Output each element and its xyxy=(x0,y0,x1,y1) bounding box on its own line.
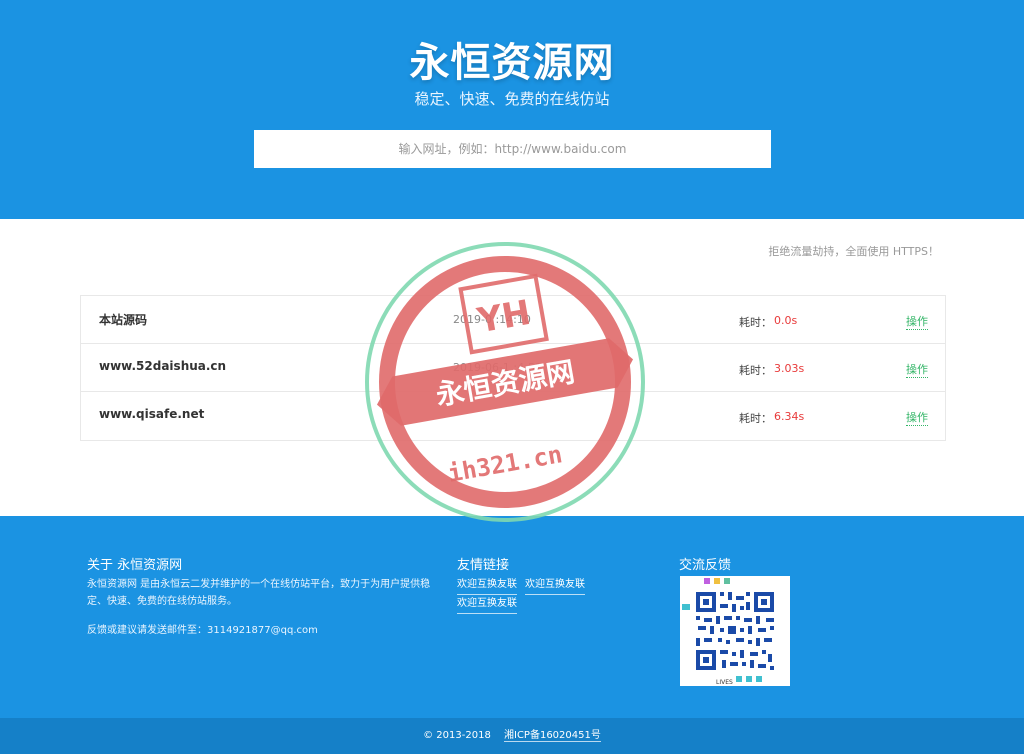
hero-header: 永恒资源网 稳定、快速、免费的在线仿站 xyxy=(0,0,1024,219)
feedback-title: 交流反馈 xyxy=(679,558,732,573)
qr-caption: LIVES xyxy=(716,679,733,686)
footer: 关于 永恒资源网 永恒资源网 是由永恒云二发并维护的一个在线仿站平台，致力于为用… xyxy=(0,516,1024,718)
cost-value: 3.03s xyxy=(774,362,805,375)
list-item: www.qisafe.net 耗时： 6.34s 操作 xyxy=(81,392,945,440)
list-item: www.52daishua.cn 2019-06-1 :4:51 耗时： 3.0… xyxy=(81,344,945,392)
cost-value: 0.0s xyxy=(774,314,798,327)
site-subtitle: 稳定、快速、免费的在线仿站 xyxy=(414,90,610,108)
site-name: 本站源码 xyxy=(99,313,148,327)
copyright-bar: © 2013-2018 湘ICP备16020451号 xyxy=(0,718,1024,754)
copyright-text: © 2013-2018 xyxy=(423,730,491,741)
links-title: 友情链接 xyxy=(457,558,510,573)
site-list: 本站源码 2019-0 :14:10 耗时： 0.0s 操作 www.52dai… xyxy=(80,295,946,441)
operate-link[interactable]: 操作 xyxy=(906,361,928,378)
friend-link[interactable]: 欢迎互换友联 xyxy=(457,595,517,614)
about-text: 永恒资源网 是由永恒云二发并维护的一个在线仿站平台，致力于为用户提供稳定、快速、… xyxy=(87,579,431,607)
site-name: www.52daishua.cn xyxy=(99,359,227,373)
list-item: 本站源码 2019-0 :14:10 耗时： 0.0s 操作 xyxy=(81,296,945,344)
cost-value: 6.34s xyxy=(774,410,805,423)
cost-label: 耗时： xyxy=(739,412,772,425)
operate-link[interactable]: 操作 xyxy=(906,313,928,330)
about-title: 关于 永恒资源网 xyxy=(87,558,183,573)
icp-link[interactable]: 湘ICP备16020451号 xyxy=(504,730,601,742)
url-input[interactable] xyxy=(254,130,771,168)
cost-label: 耗时： xyxy=(739,316,772,329)
operate-link[interactable]: 操作 xyxy=(906,409,928,426)
cost-label: 耗时： xyxy=(739,364,772,377)
qr-pattern xyxy=(682,578,776,682)
site-time: 2019-06-1 :4:51 xyxy=(453,361,542,374)
qr-code-image: LIVES xyxy=(680,576,790,686)
site-name: www.qisafe.net xyxy=(99,407,205,421)
https-notice: 拒绝流量劫持，全面使用 HTTPS！ xyxy=(768,245,939,258)
qr-code: LIVES xyxy=(680,576,790,686)
friend-link[interactable]: 欢迎互换友联 xyxy=(525,576,585,595)
friend-links: 欢迎互换友联 欢迎互换友联欢迎互换友联 xyxy=(457,576,617,614)
site-title: 永恒资源网 xyxy=(409,40,615,86)
main-content: 拒绝流量劫持，全面使用 HTTPS！ 本站源码 2019-0 :14:10 耗时… xyxy=(0,219,1024,516)
feedback-email: 反馈或建议请发送邮件至：3114921877@qq.com xyxy=(87,625,318,636)
site-time: 2019-0 :14:10 xyxy=(453,313,531,326)
friend-link[interactable]: 欢迎互换友联 xyxy=(457,576,517,595)
